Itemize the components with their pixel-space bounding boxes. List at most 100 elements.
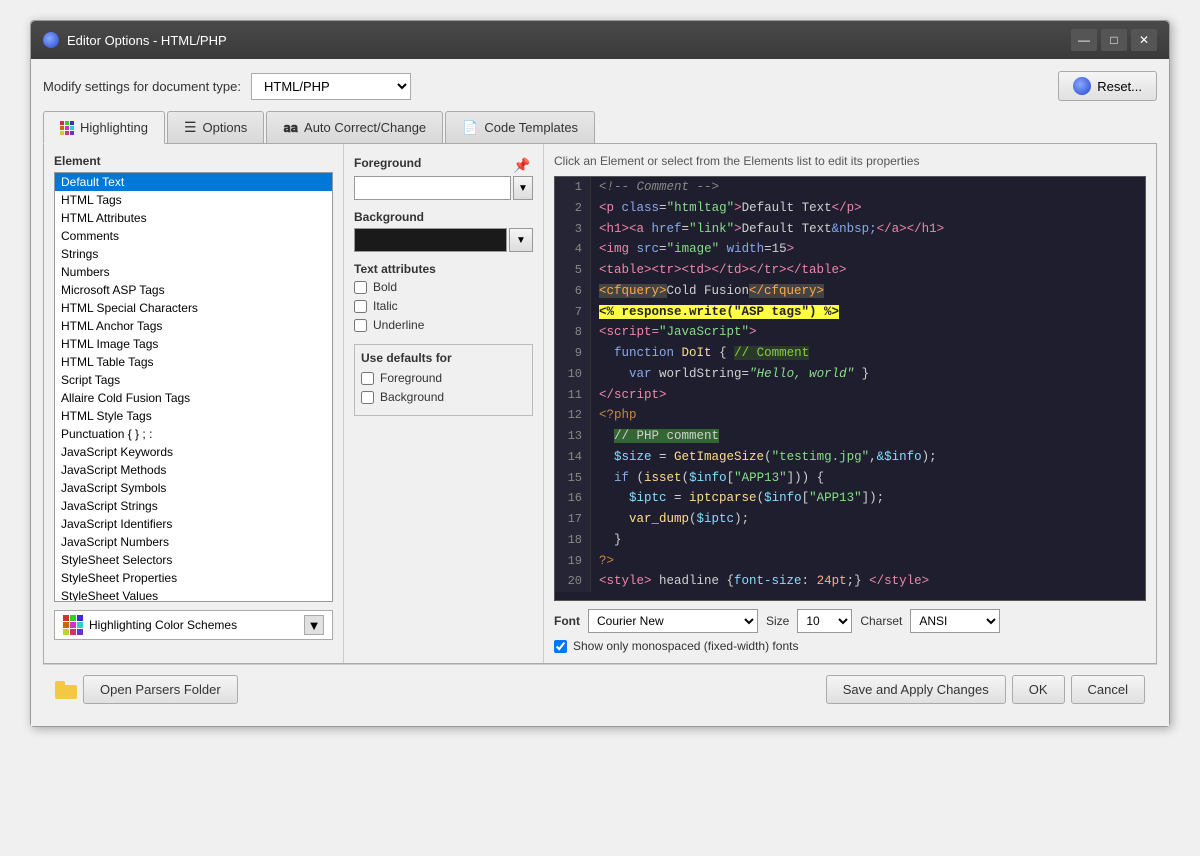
- doc-type-row: Modify settings for document type: HTML/…: [43, 71, 1157, 101]
- reset-button[interactable]: Reset...: [1058, 71, 1157, 101]
- line-num: 15: [555, 468, 591, 489]
- middle-panel: Foreground 📌 ▼ Background ▼: [344, 144, 544, 663]
- tab-code-templates-icon: 📄: [462, 120, 478, 136]
- reset-label: Reset...: [1097, 79, 1142, 94]
- list-item[interactable]: Default Text: [55, 173, 332, 191]
- list-item[interactable]: HTML Style Tags: [55, 407, 332, 425]
- size-label: Size: [766, 614, 789, 628]
- list-item[interactable]: JavaScript Strings: [55, 497, 332, 515]
- background-dropdown-btn[interactable]: ▼: [509, 228, 533, 252]
- line-num: 10: [555, 364, 591, 385]
- font-select[interactable]: Courier New Arial Consolas: [588, 609, 758, 633]
- list-item[interactable]: JavaScript Identifiers: [55, 515, 332, 533]
- bold-label: Bold: [373, 280, 397, 294]
- list-item[interactable]: Script Tags: [55, 371, 332, 389]
- text-attributes-section: Text attributes Bold Italic Underline: [354, 262, 533, 332]
- code-line-10: 10 var worldString="Hello, world" }: [555, 364, 1145, 385]
- list-item[interactable]: HTML Image Tags: [55, 335, 332, 353]
- bottom-bar: Open Parsers Folder Save and Apply Chang…: [43, 664, 1157, 714]
- list-item[interactable]: Strings: [55, 245, 332, 263]
- fg-default-label: Foreground: [380, 371, 442, 385]
- list-item[interactable]: StyleSheet Selectors: [55, 551, 332, 569]
- color-scheme-row[interactable]: Highlighting Color Schemes ▼: [54, 610, 333, 640]
- bold-checkbox[interactable]: [354, 281, 367, 294]
- italic-checkbox[interactable]: [354, 300, 367, 313]
- monospace-label: Show only monospaced (fixed-width) fonts: [573, 639, 798, 653]
- code-line-2: 2 <p class="htmltag">Default Text</p>: [555, 198, 1145, 219]
- line-num: 5: [555, 260, 591, 281]
- line-num: 6: [555, 281, 591, 302]
- foreground-dropdown-btn[interactable]: ▼: [513, 176, 533, 200]
- tab-autocorrect[interactable]: 𝐚𝐚 Auto Correct/Change: [266, 111, 443, 143]
- fg-default-checkbox[interactable]: [361, 372, 374, 385]
- color-scheme-dropdown[interactable]: ▼: [304, 615, 324, 635]
- tab-code-templates[interactable]: 📄 Code Templates: [445, 111, 595, 143]
- doc-type-left: Modify settings for document type: HTML/…: [43, 73, 411, 100]
- underline-checkbox[interactable]: [354, 319, 367, 332]
- list-item[interactable]: Allaire Cold Fusion Tags: [55, 389, 332, 407]
- line-num: 17: [555, 509, 591, 530]
- tab-highlighting[interactable]: Highlighting: [43, 111, 165, 144]
- title-bar-left: Editor Options - HTML/PHP: [43, 32, 227, 48]
- maximize-button[interactable]: □: [1101, 29, 1127, 51]
- color-scheme-label: Highlighting Color Schemes: [89, 618, 298, 632]
- list-item[interactable]: HTML Special Characters: [55, 299, 332, 317]
- charset-select[interactable]: ANSI Unicode UTF-8: [910, 609, 1000, 633]
- element-list-container[interactable]: Default Text HTML Tags HTML Attributes C…: [54, 172, 333, 602]
- monospace-row: Show only monospaced (fixed-width) fonts: [554, 639, 1146, 653]
- element-list: Default Text HTML Tags HTML Attributes C…: [55, 173, 332, 602]
- line-content: <img src="image" width=15>: [591, 239, 1145, 260]
- window-body: Modify settings for document type: HTML/…: [31, 59, 1169, 726]
- line-content: <% response.write("ASP tags") %>: [591, 302, 1145, 323]
- code-line-13: 13 // PHP comment: [555, 426, 1145, 447]
- line-num: 13: [555, 426, 591, 447]
- line-content: $size = GetImageSize("testimg.jpg",&$inf…: [591, 447, 1145, 468]
- bg-default-checkbox[interactable]: [361, 391, 374, 404]
- size-select[interactable]: 8 9 10 11 12 14: [797, 609, 852, 633]
- list-item[interactable]: Microsoft ASP Tags: [55, 281, 332, 299]
- text-attrs-label: Text attributes: [354, 262, 533, 276]
- list-item[interactable]: JavaScript Keywords: [55, 443, 332, 461]
- bottom-left: Open Parsers Folder: [55, 675, 238, 704]
- open-parsers-button[interactable]: Open Parsers Folder: [83, 675, 238, 704]
- line-content: }: [591, 530, 1145, 551]
- close-button[interactable]: ✕: [1131, 29, 1157, 51]
- line-content: if (isset($info["APP13"])) {: [591, 468, 1145, 489]
- list-item[interactable]: JavaScript Methods: [55, 461, 332, 479]
- line-num: 16: [555, 488, 591, 509]
- foreground-input[interactable]: [354, 176, 511, 200]
- italic-row: Italic: [354, 299, 533, 313]
- list-item[interactable]: HTML Attributes: [55, 209, 332, 227]
- ok-button[interactable]: OK: [1012, 675, 1065, 704]
- list-item[interactable]: JavaScript Symbols: [55, 479, 332, 497]
- list-item[interactable]: HTML Anchor Tags: [55, 317, 332, 335]
- bg-default-row: Background: [361, 390, 526, 404]
- font-controls: Font Courier New Arial Consolas Size 8 9…: [554, 609, 1146, 633]
- list-item[interactable]: HTML Tags: [55, 191, 332, 209]
- defaults-label: Use defaults for: [361, 351, 526, 365]
- italic-label: Italic: [373, 299, 398, 313]
- line-num: 11: [555, 385, 591, 406]
- list-item[interactable]: StyleSheet Values: [55, 587, 332, 602]
- list-item[interactable]: Punctuation { } ; :: [55, 425, 332, 443]
- doc-type-select[interactable]: HTML/PHP CSS JavaScript: [251, 73, 411, 100]
- tab-options[interactable]: ☰ Options: [167, 111, 264, 143]
- list-item[interactable]: Comments: [55, 227, 332, 245]
- save-apply-button[interactable]: Save and Apply Changes: [826, 675, 1006, 704]
- monospace-checkbox[interactable]: [554, 640, 567, 653]
- doc-type-label: Modify settings for document type:: [43, 79, 241, 94]
- list-item[interactable]: HTML Table Tags: [55, 353, 332, 371]
- line-content: var_dump($iptc);: [591, 509, 1145, 530]
- list-item[interactable]: JavaScript Numbers: [55, 533, 332, 551]
- title-bar: Editor Options - HTML/PHP — □ ✕: [31, 21, 1169, 59]
- code-line-3: 3 <h1><a href="link">Default Text&nbsp;<…: [555, 219, 1145, 240]
- bg-default-label: Background: [380, 390, 444, 404]
- list-item[interactable]: Numbers: [55, 263, 332, 281]
- line-num: 8: [555, 322, 591, 343]
- line-num: 12: [555, 405, 591, 426]
- cancel-button[interactable]: Cancel: [1071, 675, 1145, 704]
- minimize-button[interactable]: —: [1071, 29, 1097, 51]
- tab-autocorrect-label: Auto Correct/Change: [304, 120, 426, 135]
- list-item[interactable]: StyleSheet Properties: [55, 569, 332, 587]
- pin-button[interactable]: 📌: [511, 154, 533, 176]
